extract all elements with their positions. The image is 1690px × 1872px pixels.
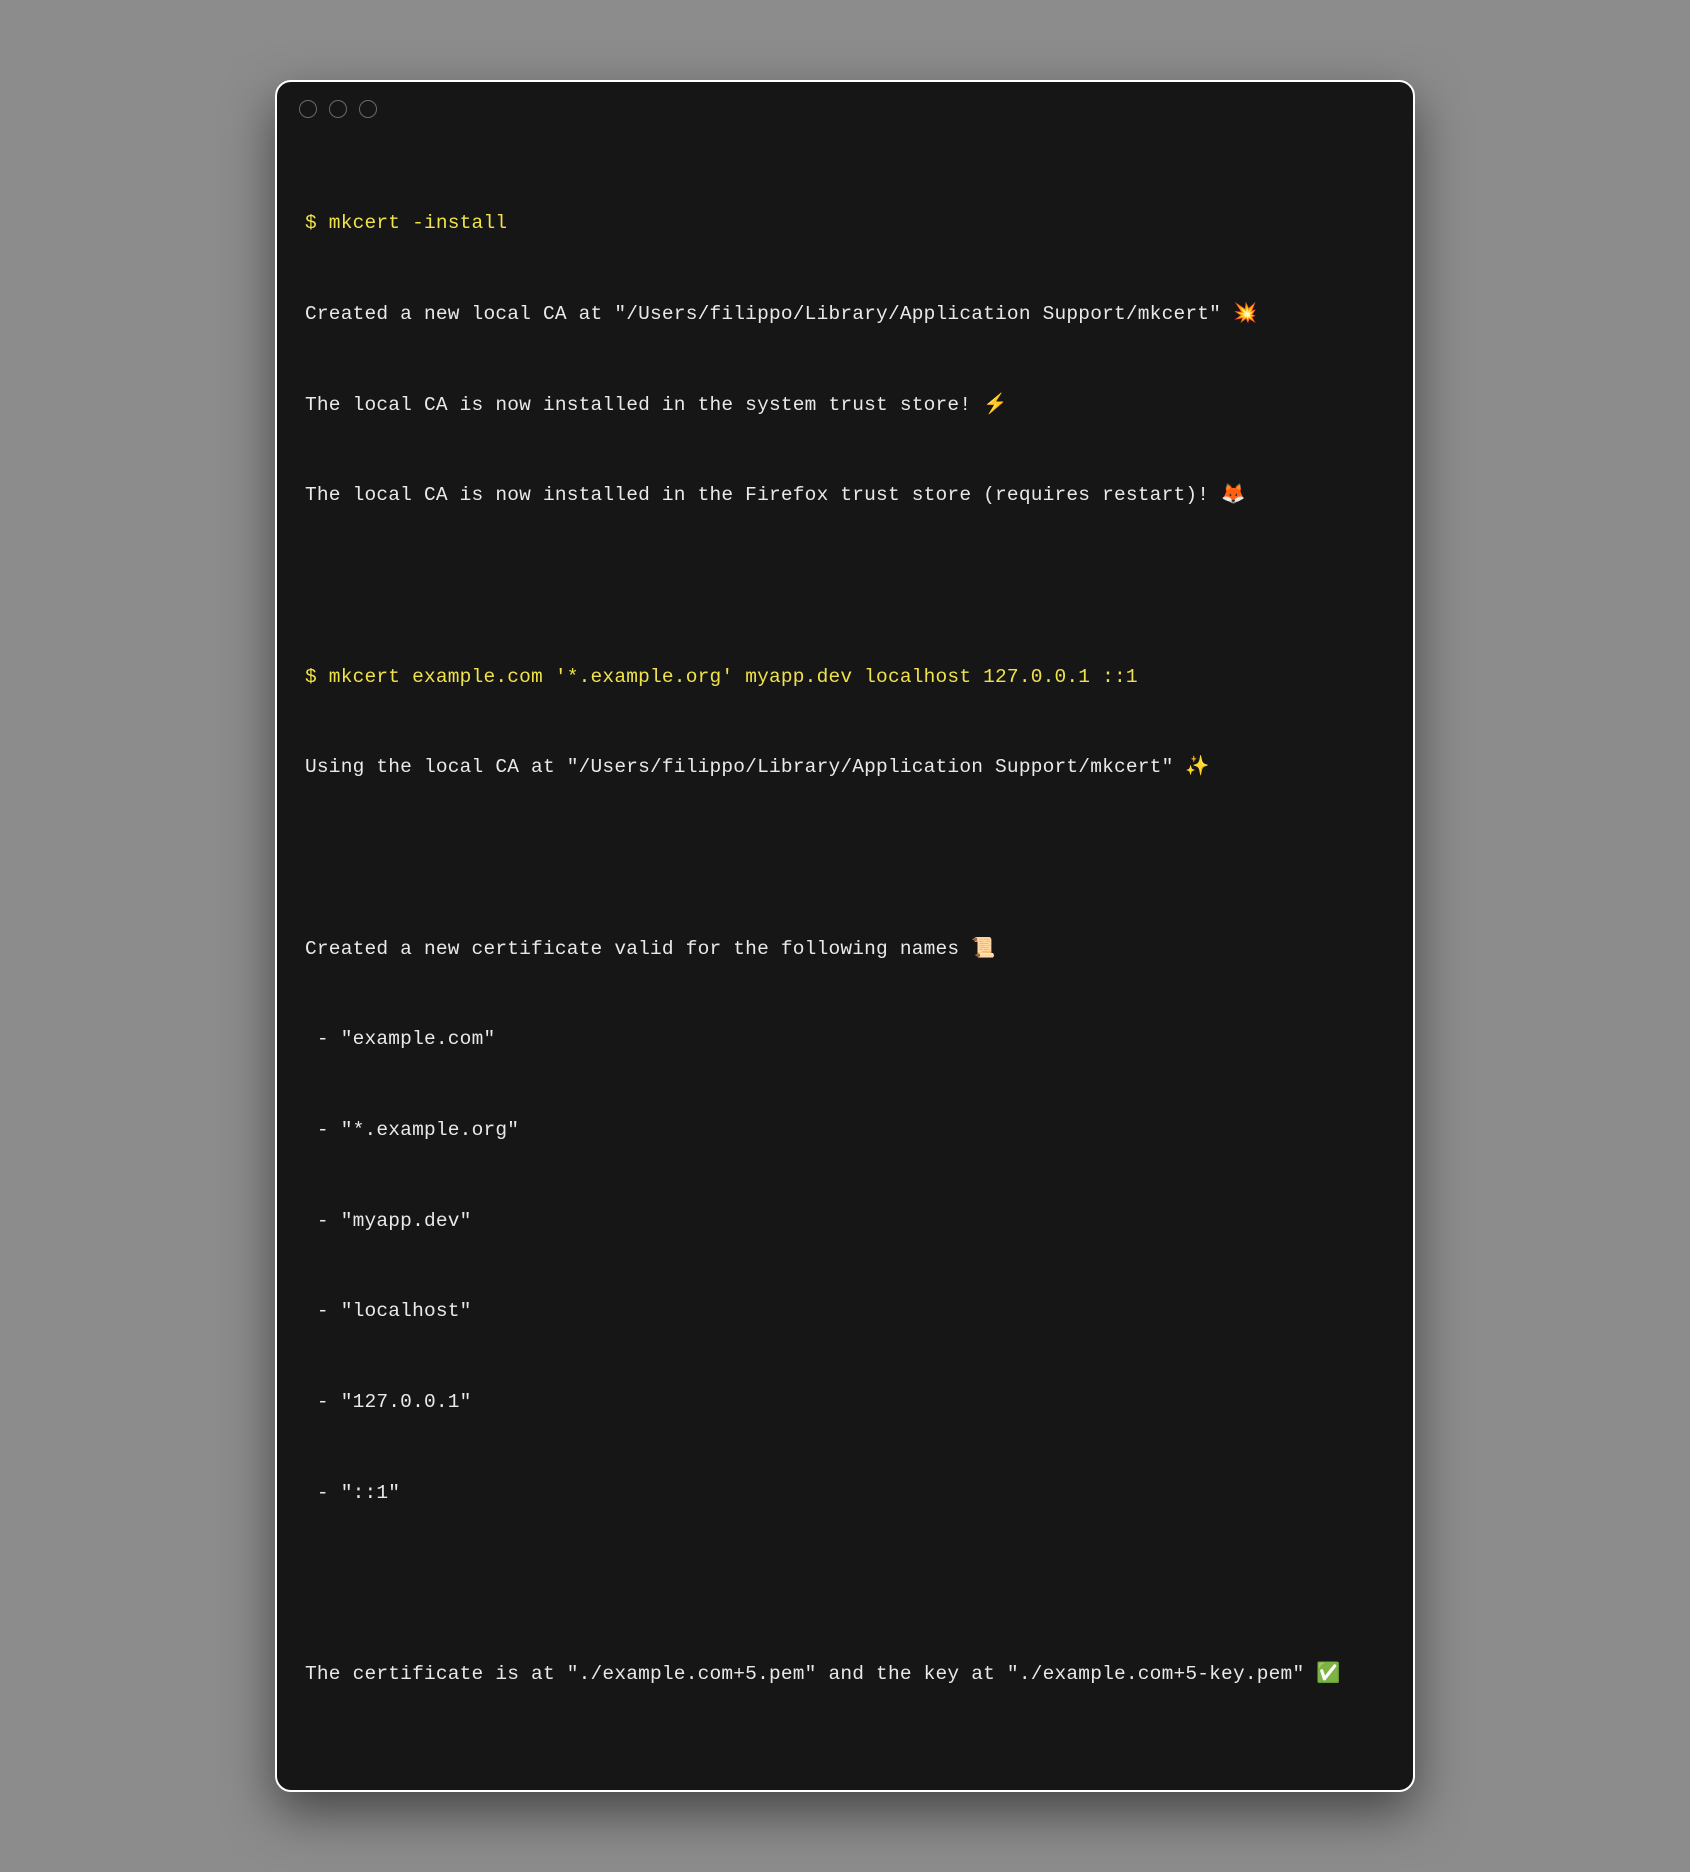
terminal-window: $ mkcert -install Created a new local CA… xyxy=(275,80,1415,1792)
prompt-symbol: $ xyxy=(305,212,329,234)
command-text: mkcert example.com '*.example.org' myapp… xyxy=(329,666,1138,688)
command-text: mkcert -install xyxy=(329,212,507,234)
window-maximize-button[interactable] xyxy=(359,100,377,118)
blank-line xyxy=(305,1568,1385,1598)
output-line: - "myapp.dev" xyxy=(305,1206,1385,1236)
output-line: - "localhost" xyxy=(305,1296,1385,1326)
output-line: The local CA is now installed in the sys… xyxy=(305,390,1385,420)
window-titlebar xyxy=(277,82,1413,126)
output-line: - "*.example.org" xyxy=(305,1115,1385,1145)
output-line: Created a new certificate valid for the … xyxy=(305,934,1385,964)
blank-line xyxy=(305,843,1385,873)
output-line: Using the local CA at "/Users/filippo/Li… xyxy=(305,752,1385,782)
prompt-symbol: $ xyxy=(305,666,329,688)
output-line: The certificate is at "./example.com+5.p… xyxy=(305,1659,1385,1689)
window-close-button[interactable] xyxy=(299,100,317,118)
command-line: $ mkcert -install xyxy=(305,208,1385,238)
output-line: - "127.0.0.1" xyxy=(305,1387,1385,1417)
output-line: Created a new local CA at "/Users/filipp… xyxy=(305,299,1385,329)
terminal-content[interactable]: $ mkcert -install Created a new local CA… xyxy=(277,126,1413,1790)
output-line: The local CA is now installed in the Fir… xyxy=(305,480,1385,510)
output-line: - "example.com" xyxy=(305,1024,1385,1054)
blank-line xyxy=(305,571,1385,601)
output-line: - "::1" xyxy=(305,1478,1385,1508)
command-line: $ mkcert example.com '*.example.org' mya… xyxy=(305,662,1385,692)
window-minimize-button[interactable] xyxy=(329,100,347,118)
